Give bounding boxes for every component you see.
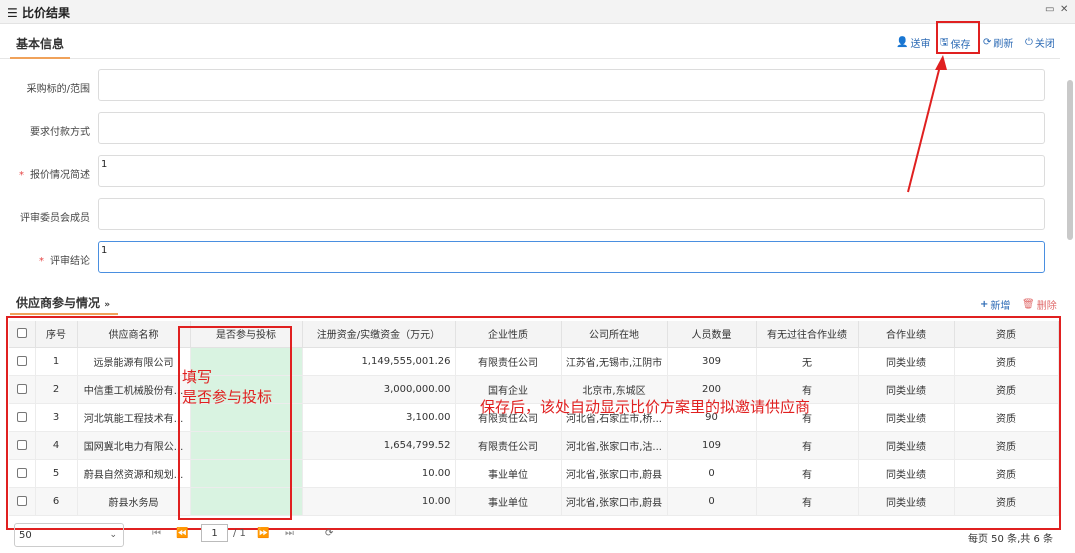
suppliers-tab[interactable]: 供应商参与情况 »	[16, 294, 110, 311]
reload-icon[interactable]: ⟳	[325, 528, 333, 539]
table-highlight-box	[6, 316, 1061, 530]
bid-column-highlight-box	[178, 326, 292, 520]
double-chevron-down-icon[interactable]: »	[104, 300, 110, 310]
annotation-auto-note: 保存后，该处自动显示比价方案里的拟邀请供应商	[480, 398, 811, 416]
suppliers-tab-text: 供应商参与情况	[16, 296, 101, 310]
suppliers-header: 供应商参与情况 »	[0, 290, 1060, 315]
plus-icon: +	[980, 299, 989, 310]
trash-icon: 🗑	[1022, 299, 1035, 310]
next-page-icon[interactable]: ⏩	[257, 528, 269, 539]
page-number-input[interactable]: 1	[201, 524, 228, 542]
delete-label: 删除	[1036, 301, 1057, 312]
prev-page-icon[interactable]: ⏪	[176, 528, 188, 539]
add-supplier-button[interactable]: + 新增	[980, 297, 1010, 312]
last-page-icon[interactable]: ⏭	[285, 528, 294, 539]
pager: 50 ⌄ ⏮ ⏪ 1 / 1 ⏩ ⏭ ⟳ 每页 50 条,共 6 条	[0, 520, 1060, 550]
page-size-select[interactable]: 50 ⌄	[14, 523, 124, 547]
tab-underline	[10, 313, 118, 315]
annotation-line: 是否参与投标	[182, 388, 273, 406]
add-label: 新增	[990, 301, 1011, 312]
annotation-line: 填写	[182, 368, 213, 386]
pager-info: 每页 50 条,共 6 条	[968, 534, 1053, 545]
annotation-fill-hint: 填写 是否参与投标	[182, 367, 272, 407]
delete-supplier-button[interactable]: 🗑 删除	[1022, 297, 1057, 312]
first-page-icon[interactable]: ⏮	[152, 528, 161, 539]
total-pages: / 1	[233, 528, 246, 539]
page-size-value: 50	[19, 530, 32, 541]
chevron-down-icon: ⌄	[109, 530, 117, 540]
